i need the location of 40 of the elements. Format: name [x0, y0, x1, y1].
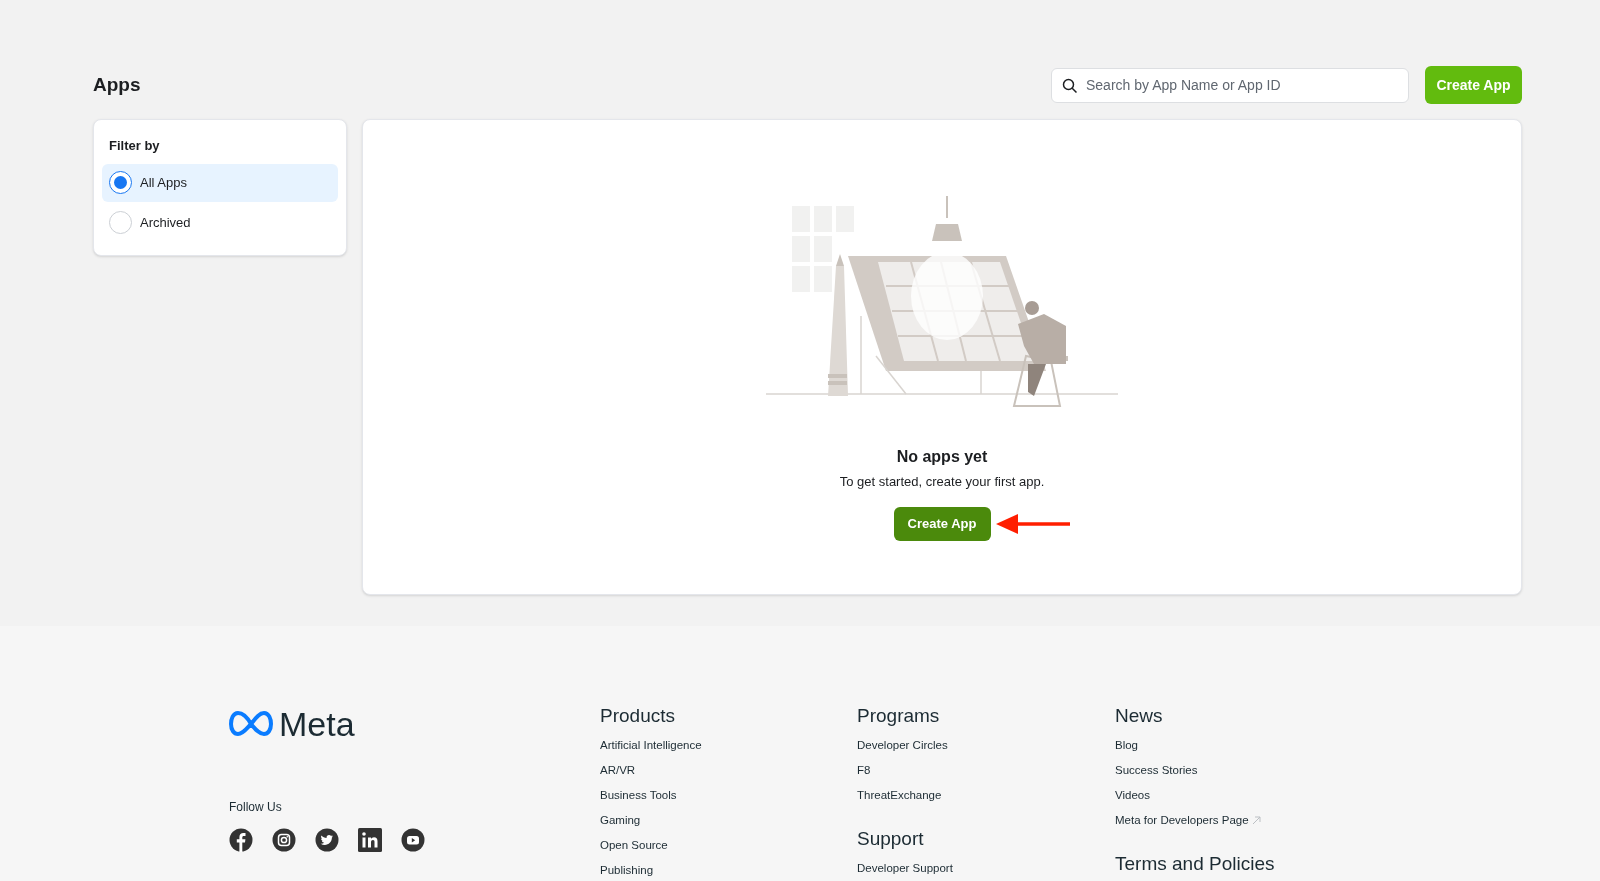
footer-heading: News — [1115, 704, 1164, 728]
footer-link[interactable]: Open Source — [600, 837, 668, 853]
footer-heading: Terms and Policies — [1115, 852, 1276, 876]
search-icon — [1062, 77, 1078, 94]
linkedin-icon[interactable] — [358, 828, 382, 852]
twitter-icon[interactable] — [315, 828, 339, 852]
page-title: Apps — [93, 72, 141, 97]
footer-link[interactable]: Publishing — [600, 862, 654, 878]
empty-state-message: To get started, create your first app. — [839, 473, 1045, 491]
search-field[interactable]: Search by App Name or App ID — [1051, 67, 1409, 103]
footer-link[interactable]: AR/VR — [600, 762, 636, 778]
radio-button[interactable] — [109, 171, 132, 194]
option-label: Archived — [140, 213, 191, 232]
filter-option[interactable]: Archived — [102, 203, 338, 242]
footer-link[interactable]: Business Tools — [600, 787, 677, 803]
empty-state-title: No apps yet — [896, 447, 988, 467]
youtube-icon[interactable] — [401, 828, 425, 852]
footer-link[interactable]: Meta for Developers Page — [1115, 812, 1261, 828]
create-app-button[interactable]: Create App — [893, 506, 991, 541]
filter-option[interactable]: All Apps — [102, 163, 338, 202]
footer-link[interactable]: Developer Support — [857, 860, 953, 876]
follow-label: Follow Us — [229, 799, 283, 816]
logo-wordmark: Meta — [279, 707, 355, 741]
external-link-icon — [1251, 815, 1261, 825]
footer-link[interactable]: Artificial Intelligence — [600, 737, 702, 753]
filter-heading: Filter by — [108, 137, 161, 155]
footer-heading: Programs — [857, 704, 941, 728]
footer-link[interactable]: Videos — [1115, 787, 1150, 803]
footer-heading: Products — [600, 704, 676, 728]
footer-link[interactable]: Developer Circles — [857, 737, 948, 753]
footer-heading: Support — [857, 827, 925, 851]
option-label: All Apps — [140, 173, 187, 192]
facebook-icon[interactable] — [229, 828, 253, 852]
footer-link[interactable]: ThreatExchange — [857, 787, 942, 803]
footer-link[interactable]: F8 — [857, 762, 871, 778]
footer-link[interactable]: Blog — [1115, 737, 1139, 753]
footer-link[interactable]: Gaming — [600, 812, 641, 828]
infinity-logo-icon — [229, 711, 273, 737]
instagram-icon[interactable] — [272, 828, 296, 852]
footer-link[interactable]: Success Stories — [1115, 762, 1198, 778]
